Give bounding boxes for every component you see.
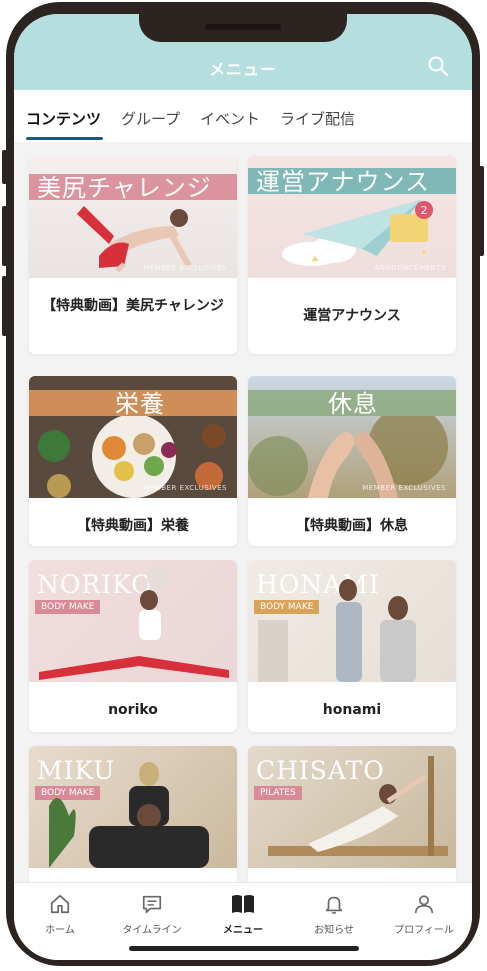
content-card[interactable]: HONAMI BODY MAKE honami — [248, 560, 456, 732]
nav-timeline[interactable]: タイムライン — [112, 893, 192, 936]
card-label: 【特典動画】休息 — [296, 518, 408, 534]
content-card[interactable]: CHISATO PILATES chisato — [248, 746, 456, 882]
card-banner-text: 運営アナウンス — [256, 168, 431, 196]
partner-workout-image — [49, 762, 209, 868]
notification-badge: 2 — [421, 204, 428, 217]
mute-switch — [2, 150, 7, 184]
content-card[interactable]: 美尻チャレンジ MEMBER EXCLUSIVES 【特典動画】美尻チャレンジ — [29, 156, 237, 354]
user-icon — [414, 895, 434, 914]
tab-events[interactable]: イベント — [200, 108, 260, 129]
card-thumbnail: CHISATO PILATES — [248, 746, 456, 868]
card-label: 運営アナウンス — [303, 308, 401, 324]
content-card[interactable]: 栄養 MEMBER EXCLUSIVES 【特典動画】栄養 — [29, 376, 237, 546]
nav-home[interactable]: ホーム — [20, 893, 100, 936]
tab-contents[interactable]: コンテンツ — [26, 108, 101, 129]
nav-notifications[interactable]: お知らせ — [294, 893, 374, 936]
notch — [139, 14, 347, 42]
card-thumbnail: NORIKO BODY MAKE — [29, 560, 237, 682]
book-icon — [232, 895, 254, 913]
card-watermark: MEMBER EXCLUSIVES — [143, 264, 227, 272]
bell-icon — [325, 896, 343, 914]
card-banner-text: 栄養 — [115, 390, 165, 418]
app-header: メニュー — [14, 14, 472, 90]
content-card[interactable]: NORIKO BODY MAKE noriko — [29, 560, 237, 732]
app-screen: メニュー コンテンツ グループ イベント ライブ配信 美尻チャレンジ MEMBE… — [14, 14, 472, 960]
tab-groups[interactable]: グループ — [121, 108, 180, 129]
home-indicator[interactable] — [129, 946, 359, 951]
nav-label: メニュー — [223, 925, 263, 936]
home-icon — [50, 894, 70, 914]
card-watermark: MEMBER EXCLUSIVES — [143, 484, 227, 492]
card-label: noriko — [108, 702, 158, 718]
nav-menu[interactable]: メニュー — [203, 893, 283, 936]
card-thumbnail: MIKU BODY MAKE — [29, 746, 237, 868]
active-tab-indicator — [26, 137, 103, 140]
content-card[interactable]: MIKU BODY MAKE miku — [29, 746, 237, 882]
card-label: honami — [322, 702, 382, 718]
content-grid: 美尻チャレンジ MEMBER EXCLUSIVES 【特典動画】美尻チャレンジ … — [14, 142, 472, 882]
nav-label: タイムライン — [122, 925, 182, 936]
card-thumbnail: HONAMI BODY MAKE — [248, 560, 456, 682]
timeline-icon — [142, 895, 162, 914]
content-card[interactable]: 休息 MEMBER EXCLUSIVES 【特典動画】休息 — [248, 376, 456, 546]
content-tabs: コンテンツ グループ イベント ライブ配信 — [14, 90, 472, 143]
content-card[interactable]: 運営アナウンス 2 ANNOUNCEMENTS 運営アナウンス — [248, 156, 456, 354]
card-banner-text: 休息 — [328, 390, 378, 418]
power-button — [479, 166, 484, 256]
card-thumbnail: 栄養 MEMBER EXCLUSIVES — [29, 376, 237, 498]
page-title: メニュー — [208, 60, 277, 79]
nav-label: プロフィール — [394, 925, 454, 936]
volume-down-button — [2, 276, 7, 336]
card-thumbnail: 運営アナウンス 2 ANNOUNCEMENTS — [248, 156, 456, 278]
search-icon[interactable] — [426, 54, 450, 78]
nav-label: ホーム — [45, 925, 75, 936]
card-watermark: ANNOUNCEMENTS — [374, 264, 446, 272]
card-watermark: MEMBER EXCLUSIVES — [362, 484, 446, 492]
card-label: 【特典動画】美尻チャレンジ — [42, 298, 224, 314]
stretching-pair-image — [258, 579, 416, 682]
nav-label: お知らせ — [314, 925, 354, 936]
paper-plane-image: 2 — [282, 199, 433, 266]
card-thumbnail: 休息 MEMBER EXCLUSIVES — [248, 376, 456, 498]
volume-up-button — [2, 206, 7, 266]
card-label: 【特典動画】栄養 — [77, 518, 189, 534]
split-stretch-image — [39, 566, 229, 680]
nav-profile[interactable]: プロフィール — [384, 893, 464, 936]
tab-live[interactable]: ライブ配信 — [280, 108, 355, 129]
card-thumbnail: 美尻チャレンジ MEMBER EXCLUSIVES — [29, 156, 237, 278]
pilates-reformer-image — [268, 756, 448, 856]
